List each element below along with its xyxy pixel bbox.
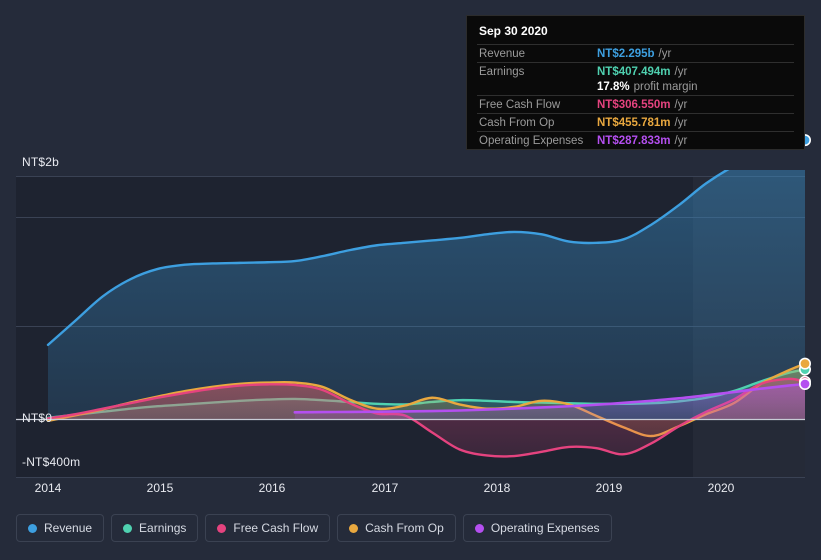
x-axis-tick-2018: 2018 (483, 481, 511, 495)
tooltip-row-value: NT$455.781m (597, 117, 671, 129)
tooltip-row-label: Operating Expenses (479, 135, 584, 147)
tooltip-row-unit: /yr (674, 135, 688, 147)
tooltip-rows: Revenue NT$2.295b/yr Earnings NT$407.494m/y… (477, 44, 794, 149)
tooltip-row-label: Cash From Op (479, 117, 555, 129)
financial-performance-chart: NT$2b NT$0 -NT$400m 2014 2015 2016 2017 2018… (0, 0, 821, 560)
tooltip-row-value: NT$2.295b (597, 48, 655, 60)
tooltip-row-value: NT$306.550m (597, 99, 671, 111)
tooltip-row: Earnings NT$407.494m/yr (477, 62, 794, 80)
tooltip-row-unit: /yr (658, 48, 672, 60)
tooltip-row-value: NT$407.494m (597, 66, 671, 78)
tooltip-row: 17.8% profit margin (477, 80, 794, 95)
legend-item-cash-from-op[interactable]: Cash From Op (337, 514, 456, 542)
x-axis-tick-2016: 2016 (258, 481, 286, 495)
legend-item-label: Revenue (44, 521, 93, 535)
x-axis-tick-2020: 2020 (707, 481, 735, 495)
tooltip-row: Revenue NT$2.295b/yr (477, 44, 794, 62)
legend-item-free-cash-flow[interactable]: Free Cash Flow (205, 514, 331, 542)
tooltip-row-value: 17.8% (597, 81, 630, 93)
legend-item-operating-expenses[interactable]: Operating Expenses (462, 514, 612, 542)
legend-color-dot-icon (28, 523, 37, 533)
y-axis-label-zero: NT$0 (22, 411, 53, 425)
tooltip-row-unit: /yr (674, 99, 688, 111)
legend-item-label: Operating Expenses (490, 521, 600, 535)
legend-color-dot-icon (349, 523, 359, 533)
x-axis-tick-2015: 2015 (146, 481, 174, 495)
tooltip-row: Free Cash Flow NT$306.550m/yr (477, 95, 794, 113)
legend-color-dot-icon (217, 523, 227, 533)
tooltip-row-label: Revenue (479, 48, 526, 60)
legend-color-dot-icon (123, 523, 133, 533)
tooltip-date: Sep 30 2020 (479, 24, 548, 38)
tooltip-row-unit: profit margin (633, 81, 698, 93)
x-axis-tick-2019: 2019 (595, 481, 623, 495)
tooltip-row: Cash From Op NT$455.781m/yr (477, 113, 794, 131)
end-marker-operating-expenses (798, 378, 811, 391)
tooltip-row: Operating Expenses NT$287.833m/yr (477, 131, 794, 149)
tooltip-row-value: NT$287.833m (597, 135, 671, 147)
legend-color-dot-icon (474, 523, 484, 533)
tooltip-row-label: Earnings (479, 66, 525, 78)
tooltip-row-label: Free Cash Flow (479, 99, 561, 111)
legend-item-label: Free Cash Flow (233, 521, 319, 535)
legend-item-label: Earnings (139, 521, 187, 535)
x-axis-tick-2017: 2017 (371, 481, 399, 495)
y-axis-label-bottom: -NT$400m (22, 455, 81, 469)
y-axis-label-top: NT$2b (22, 155, 60, 169)
end-marker-cash-from-op (798, 357, 811, 370)
x-axis-tick-2014: 2014 (34, 481, 62, 495)
legend-item-earnings[interactable]: Earnings (111, 514, 199, 542)
tooltip-row-unit: /yr (674, 66, 688, 78)
legend-item-revenue[interactable]: Revenue (16, 514, 105, 542)
chart-legend: Revenue Earnings Free Cash Flow Cash From O… (16, 514, 612, 542)
data-tooltip: Sep 30 2020 Revenue NT$2.295b/yr Earnings N… (466, 15, 805, 150)
legend-item-label: Cash From Op (365, 521, 444, 535)
tooltip-row-unit: /yr (674, 117, 688, 129)
